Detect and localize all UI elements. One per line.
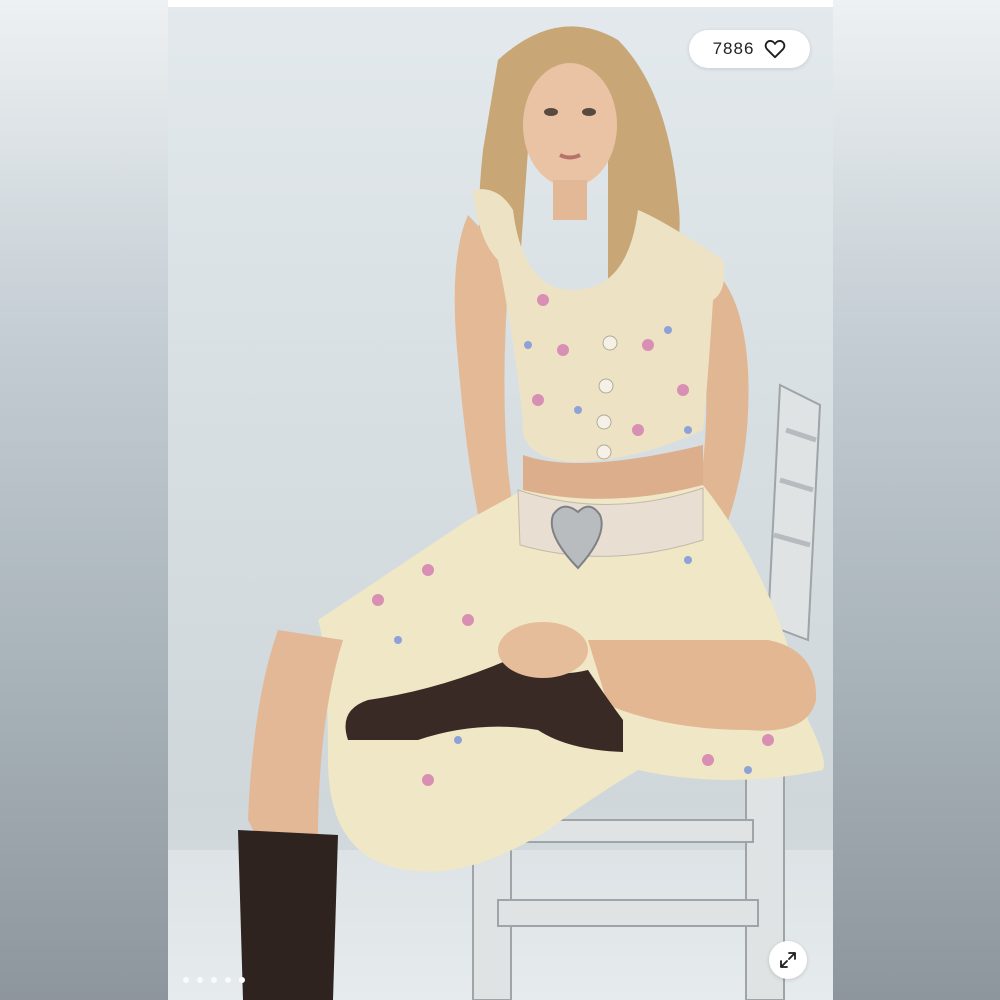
expand-button[interactable] — [769, 941, 807, 979]
expand-arrows-icon — [780, 952, 796, 968]
carousel-dot[interactable] — [225, 977, 231, 983]
product-photo[interactable]: 7886 — [168, 0, 833, 1000]
model-in-two-piece-set-illustration — [238, 26, 824, 1000]
carousel-dot[interactable] — [197, 977, 203, 983]
heart-outline-icon — [765, 40, 786, 59]
carousel-dot[interactable] — [183, 977, 189, 983]
hands — [498, 622, 588, 678]
photo-viewer: 7886 — [0, 0, 1000, 1000]
likes-count: 7886 — [712, 39, 755, 58]
standing-boot — [238, 830, 338, 1000]
face — [523, 63, 617, 187]
carousel-dot[interactable] — [211, 977, 217, 983]
like-button[interactable]: 7886 — [689, 30, 810, 68]
carousel-indicator — [183, 977, 245, 983]
carousel-dot-active[interactable] — [239, 977, 245, 983]
right-blurred-backdrop — [833, 0, 1000, 1000]
left-blurred-backdrop — [0, 0, 168, 1000]
